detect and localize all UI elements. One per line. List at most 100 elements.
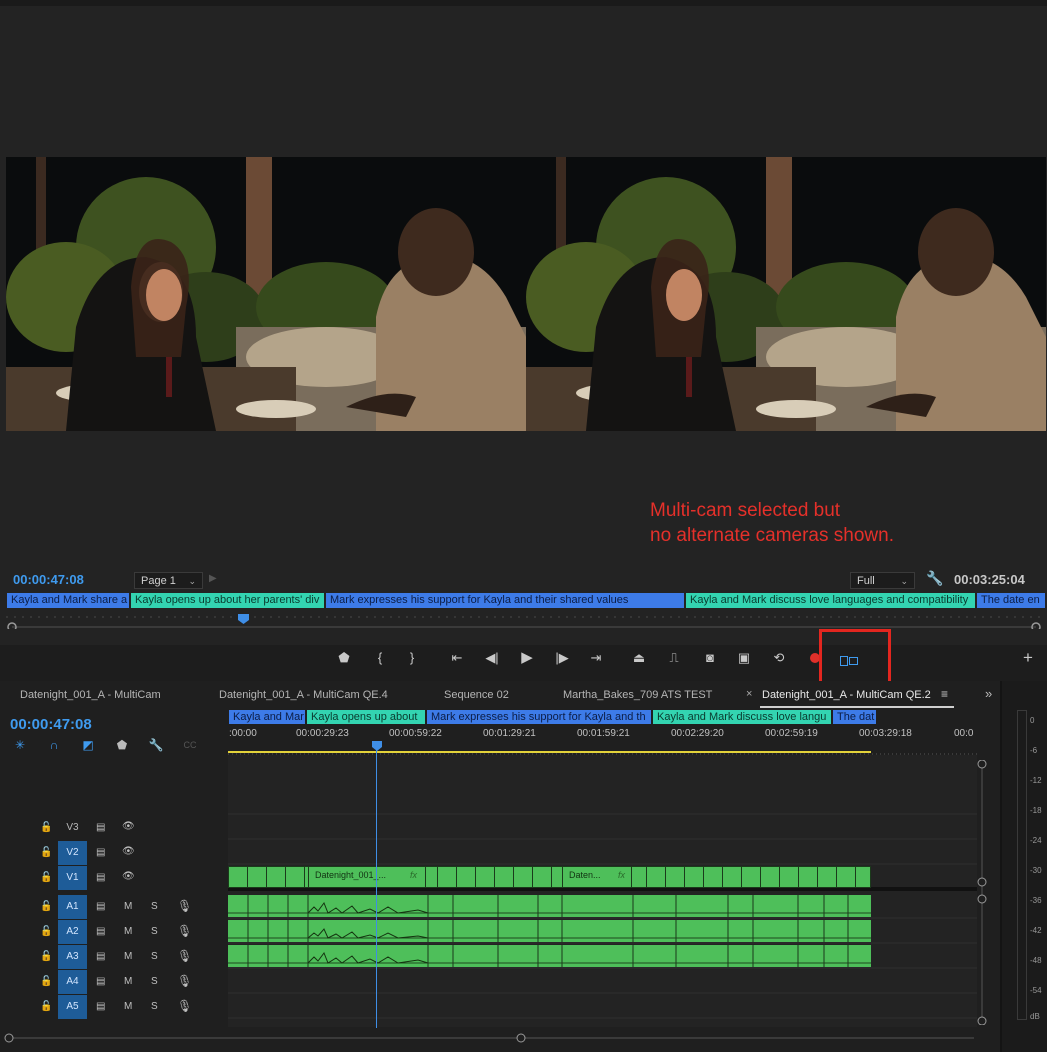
track-header-v2: 🔓 V2 ▤ 👁	[0, 841, 228, 865]
audio-clips-a1[interactable]	[228, 895, 871, 917]
lock-icon[interactable]: 🔓	[40, 951, 52, 962]
marker-1[interactable]: Kayla and Mark share a	[7, 593, 129, 608]
mute-button[interactable]: M	[124, 1001, 132, 1012]
track-name-a4[interactable]: A4	[58, 970, 87, 994]
snap-magnet-icon[interactable]: ∩	[45, 737, 63, 753]
tab-multicam-qe2[interactable]: Datenight_001_A - MultiCam QE.2	[762, 689, 931, 701]
audio-clips-a2[interactable]	[228, 920, 871, 942]
marker-2[interactable]: Kayla opens up about her parents' div	[131, 593, 324, 608]
toggle-output-icon[interactable]: ▤	[96, 1001, 105, 1012]
step-forward-icon[interactable]: |▶	[552, 649, 572, 667]
add-button-icon[interactable]: +	[1018, 649, 1038, 667]
eye-icon[interactable]: 👁	[122, 821, 135, 832]
toggle-output-icon[interactable]: ▤	[96, 976, 105, 987]
video-clip[interactable]: Datenight_001_... fx	[308, 866, 426, 888]
wrench-icon[interactable]: 🔧	[926, 570, 943, 587]
timeline-track-area[interactable]	[228, 755, 977, 1027]
lock-icon[interactable]: 🔓	[40, 1001, 52, 1012]
annotation-text: Multi-cam selected but no alternate came…	[650, 500, 894, 546]
comparison-view-icon[interactable]: ▣	[734, 649, 754, 667]
mute-button[interactable]: M	[124, 951, 132, 962]
out-point-icon[interactable]: }	[402, 649, 422, 667]
audio-clips-a3[interactable]	[228, 945, 871, 967]
marker-3[interactable]: Mark expresses his support for Kayla and…	[326, 593, 684, 608]
in-point-icon[interactable]: {	[370, 649, 390, 667]
marker-5[interactable]: The date en	[977, 593, 1045, 608]
play-icon[interactable]: ▶	[517, 649, 537, 667]
solo-button[interactable]: S	[151, 926, 158, 937]
panel-menu-icon[interactable]: ≡	[941, 687, 948, 701]
monitor-scrub-bar[interactable]	[6, 611, 1042, 632]
video-clip[interactable]: Daten... fx	[562, 866, 632, 888]
timeline-settings-wrench-icon[interactable]: 🔧	[147, 737, 165, 753]
microphone-icon[interactable]: 🎙	[177, 924, 192, 938]
lock-icon[interactable]: 🔓	[40, 976, 52, 987]
tl-marker-3[interactable]: Mark expresses his support for Kayla and…	[427, 710, 651, 724]
captions-icon[interactable]: CC	[181, 737, 199, 753]
tl-marker-1[interactable]: Kayla and Mar	[229, 710, 305, 724]
step-back-icon[interactable]: ◀|	[482, 649, 502, 667]
lock-icon[interactable]: 🔓	[40, 822, 52, 833]
go-to-in-icon[interactable]: ⇤	[447, 649, 467, 667]
more-tabs-icon[interactable]: »	[985, 686, 992, 701]
marker-4[interactable]: Kayla and Mark discuss love languages an…	[686, 593, 975, 608]
export-frame-icon[interactable]: ◙	[700, 649, 720, 667]
microphone-icon[interactable]: 🎙	[177, 899, 192, 913]
track-name-v2[interactable]: V2	[58, 841, 87, 865]
page-dropdown[interactable]: Page 1 ⌄	[134, 572, 203, 589]
meter-tick: -48	[1030, 956, 1042, 965]
timeline-ruler-ticks[interactable]	[228, 742, 977, 755]
linked-selection-icon[interactable]: ◩	[79, 737, 97, 753]
go-to-out-icon[interactable]: ⇥	[586, 649, 606, 667]
toggle-output-icon[interactable]: ▤	[96, 847, 105, 858]
marker-icon[interactable]: ⬟	[334, 649, 354, 667]
close-tab-icon[interactable]: ×	[746, 688, 752, 700]
microphone-icon[interactable]: 🎙	[177, 999, 192, 1013]
lock-icon[interactable]: 🔓	[40, 847, 52, 858]
track-name-v3[interactable]: V3	[58, 816, 87, 840]
tab-martha-bakes[interactable]: Martha_Bakes_709 ATS TEST	[563, 689, 712, 701]
lift-icon[interactable]: ⏏	[629, 649, 649, 667]
tl-marker-2[interactable]: Kayla opens up about	[307, 710, 425, 724]
microphone-icon[interactable]: 🎙	[177, 949, 192, 963]
horizontal-scrollbar[interactable]	[4, 1030, 979, 1043]
track-name-a5[interactable]: A5	[58, 995, 87, 1019]
track-name-a2[interactable]: A2	[58, 920, 87, 944]
extract-icon[interactable]: ⎍	[664, 649, 684, 667]
add-marker-icon[interactable]: ⬟	[113, 737, 131, 753]
microphone-icon[interactable]: 🎙	[177, 974, 192, 988]
nest-sequence-icon[interactable]: ✳	[11, 737, 29, 753]
track-name-v1[interactable]: V1	[58, 866, 87, 890]
tab-sequence-02[interactable]: Sequence 02	[444, 689, 509, 701]
mute-button[interactable]: M	[124, 926, 132, 937]
proxy-toggle-icon[interactable]: ⟲	[769, 649, 789, 667]
toggle-output-icon[interactable]: ▤	[96, 872, 105, 883]
toggle-output-icon[interactable]: ▤	[96, 822, 105, 833]
lock-icon[interactable]: 🔓	[40, 872, 52, 883]
solo-button[interactable]: S	[151, 976, 158, 987]
timeline-timecode[interactable]: 00:00:47:08	[10, 716, 92, 733]
track-name-a1[interactable]: A1	[58, 895, 87, 919]
toggle-output-icon[interactable]: ▤	[96, 926, 105, 937]
vertical-scrollbar[interactable]	[977, 759, 987, 1026]
lock-icon[interactable]: 🔓	[40, 926, 52, 937]
eye-icon[interactable]: 👁	[122, 871, 135, 882]
tab-multicam[interactable]: Datenight_001_A - MultiCam	[20, 689, 161, 701]
solo-button[interactable]: S	[151, 1001, 158, 1012]
lock-icon[interactable]: 🔓	[40, 901, 52, 912]
toggle-output-icon[interactable]: ▤	[96, 951, 105, 962]
solo-button[interactable]: S	[151, 901, 158, 912]
mute-button[interactable]: M	[124, 976, 132, 987]
solo-button[interactable]: S	[151, 951, 158, 962]
tab-multicam-qe4[interactable]: Datenight_001_A - MultiCam QE.4	[219, 689, 388, 701]
track-name-a3[interactable]: A3	[58, 945, 87, 969]
eye-icon[interactable]: 👁	[122, 846, 135, 857]
tl-marker-4[interactable]: Kayla and Mark discuss love langu	[653, 710, 831, 724]
page-next-icon[interactable]: ▶	[209, 573, 217, 584]
zoom-dropdown[interactable]: Full ⌄	[850, 572, 915, 589]
toggle-output-icon[interactable]: ▤	[96, 901, 105, 912]
work-area-bar[interactable]	[228, 751, 871, 753]
mute-button[interactable]: M	[124, 901, 132, 912]
playhead-timecode[interactable]: 00:00:47:08	[13, 572, 84, 587]
tl-marker-5[interactable]: The dat	[833, 710, 876, 724]
